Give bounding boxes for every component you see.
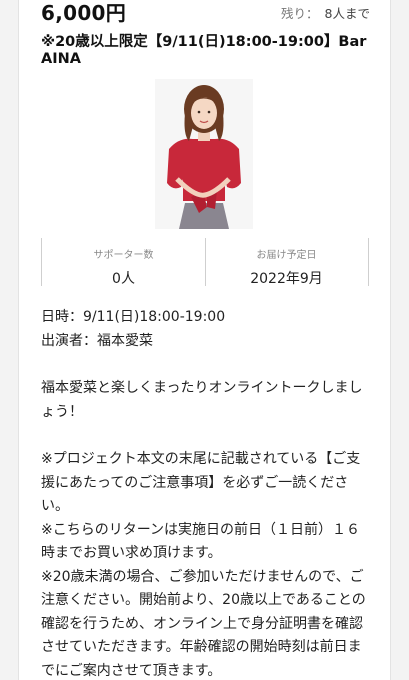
reward-card[interactable]: 6,000円 残り： 8人まで ※20歳以上限定【9/11(日)18:00-19:… — [18, 0, 391, 680]
performer-photo-illustration — [155, 79, 253, 229]
note-purchase-deadline: ※こちらのリターンは実施日の前日（１日前）１６時までお買い求め頂けます。 — [41, 521, 361, 562]
note-read-precautions: ※プロジェクト本文の末尾に記載されている【ご支援にあたってのご注意事項】を必ずご… — [41, 451, 361, 514]
supporters-label: サポーター数 — [93, 250, 154, 261]
delivery-value: 2022年9月 — [250, 271, 323, 287]
remaining-label: 残り： — [281, 6, 319, 21]
reward-title: ※20歳以上限定【9/11(日)18:00-19:00】Bar AINA — [41, 34, 367, 67]
supporters-value: 0人 — [112, 271, 135, 287]
performer-photo — [155, 79, 253, 229]
event-performer: 出演者：福本愛菜 — [41, 332, 153, 349]
supporters-stat: サポーター数 0人 — [41, 238, 206, 287]
delivery-stat: お届け予定日 2022年9月 — [205, 238, 369, 287]
event-intro: 福本愛菜と楽しくまったりオンライントークしましょう！ — [41, 380, 363, 420]
remaining-value: 8人まで — [324, 6, 370, 21]
remaining-count: 残り： 8人まで — [281, 3, 370, 22]
reward-description: 日時：9/11(日)18:00-19:00 出演者：福本愛菜 福本愛菜と楽しくま… — [41, 306, 373, 680]
note-age-restriction: ※20歳未満の場合、ご参加いただけませんので、ご注意ください。開始前より、20歳… — [41, 568, 366, 679]
event-datetime: 日時：9/11(日)18:00-19:00 — [41, 309, 226, 325]
delivery-label: お届け予定日 — [256, 250, 317, 261]
reward-stats: サポーター数 0人 お届け予定日 2022年9月 — [41, 238, 369, 288]
reward-price: 6,000円 — [41, 1, 127, 25]
